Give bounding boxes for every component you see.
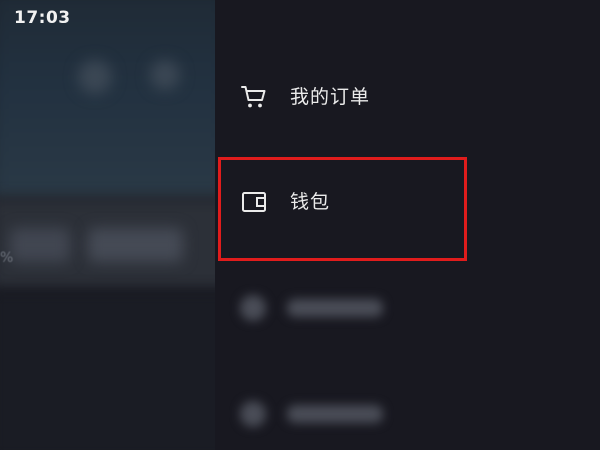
- highlight-annotation-box: [218, 157, 467, 261]
- menu-item-my-orders[interactable]: 我的订单: [215, 65, 600, 125]
- background-button-blurred: [10, 228, 70, 262]
- menu-label-my-orders: 我的订单: [290, 86, 371, 108]
- background-button-blurred: [88, 228, 183, 262]
- background-icon-blurred: [78, 60, 112, 94]
- background-side-text: %: [0, 250, 14, 266]
- cart-icon: [241, 86, 266, 108]
- background-page: %: [0, 0, 215, 450]
- background-icon-blurred: [150, 60, 180, 90]
- status-time: 17:03: [14, 8, 71, 28]
- menu-item-blurred: [215, 394, 600, 434]
- background-content: [0, 290, 215, 450]
- menu-item-blurred: [215, 288, 600, 328]
